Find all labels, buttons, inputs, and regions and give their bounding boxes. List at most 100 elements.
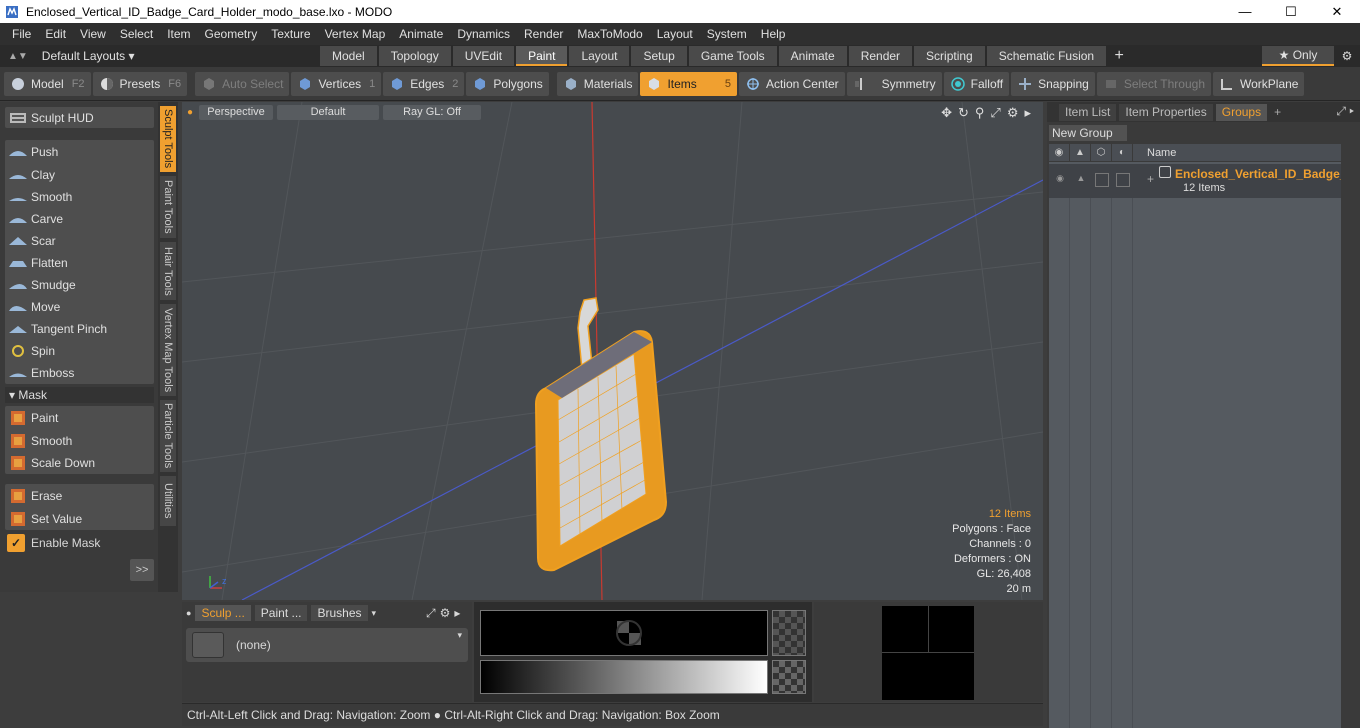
falloff-button[interactable]: Falloff xyxy=(943,71,1010,96)
vtab-utilities[interactable]: Utilities xyxy=(160,476,176,526)
menu-layout[interactable]: Layout xyxy=(650,23,700,45)
menu-animate[interactable]: Animate xyxy=(392,23,450,45)
tool-clay[interactable]: Clay xyxy=(5,164,154,185)
add-tab-icon[interactable]: + xyxy=(1108,47,1130,65)
group-name[interactable]: Enclosed_Vertical_ID_Badge_Card_Holder xyxy=(1175,167,1341,181)
tab-scripting[interactable]: Scripting xyxy=(914,46,985,66)
tab-animate[interactable]: Animate xyxy=(778,46,847,66)
panel-maximize-icon[interactable]: ⤢ xyxy=(426,606,436,621)
mask-section-title[interactable]: ▾ Mask xyxy=(5,387,154,403)
tool-smooth[interactable]: Smooth xyxy=(5,186,154,207)
polygons-button[interactable]: Polygons xyxy=(466,71,549,96)
brush-select-field[interactable]: (none) ▾ xyxy=(186,628,468,662)
symmetry-button[interactable]: Symmetry xyxy=(846,71,942,96)
expand-icon[interactable]: + xyxy=(1147,172,1154,186)
enable-mask-checkbox[interactable]: ✓ xyxy=(7,534,25,552)
pan-icon[interactable]: ✥ xyxy=(941,105,952,121)
tab-render[interactable]: Render xyxy=(848,46,913,66)
gradient-bar[interactable] xyxy=(480,660,768,694)
menu-vertex-map[interactable]: Vertex Map xyxy=(318,23,393,45)
menu-file[interactable]: File xyxy=(5,23,38,45)
menu-edit[interactable]: Edit xyxy=(38,23,73,45)
tab-schematic-fusion[interactable]: Schematic Fusion xyxy=(986,46,1107,66)
row-render-icon[interactable]: ▲ xyxy=(1074,173,1088,187)
menu-view[interactable]: View xyxy=(73,23,113,45)
tab-setup[interactable]: Setup xyxy=(631,46,687,66)
vertices-button[interactable]: Vertices 1 xyxy=(291,71,382,96)
tab-sculpt[interactable]: Sculp ... xyxy=(195,605,251,621)
menu-geometry[interactable]: Geometry xyxy=(198,23,265,45)
default-layouts-dropdown[interactable]: ▲▼ Default Layouts ▾ xyxy=(0,45,320,67)
items-button[interactable]: Items 5 xyxy=(640,71,737,96)
maximize-button[interactable]: ☐ xyxy=(1268,0,1314,23)
rotate-icon[interactable]: ↻ xyxy=(958,105,969,121)
close-button[interactable]: ✕ xyxy=(1314,0,1360,23)
right-panel-maximize-icon[interactable]: ⤢ ▸ xyxy=(1336,104,1354,119)
row-visibility-icon[interactable]: ◉ xyxy=(1053,173,1067,187)
materials-button[interactable]: Materials xyxy=(556,71,639,96)
groups-scrollbar[interactable] xyxy=(1344,144,1358,728)
render-column-icon[interactable]: ▲ xyxy=(1070,143,1091,162)
vtab-hair-tools[interactable]: Hair Tools xyxy=(160,242,176,300)
tab-groups[interactable]: Groups xyxy=(1215,103,1268,121)
mask-smooth[interactable]: Smooth xyxy=(5,430,154,451)
chevron-down-icon[interactable]: ▾ xyxy=(372,608,377,619)
gear-icon[interactable]: ⚙ xyxy=(1334,49,1360,63)
alpha-swatch[interactable] xyxy=(772,610,806,656)
panel-gear-icon[interactable]: ⚙ xyxy=(440,606,451,620)
tab-uvedit[interactable]: UVEdit xyxy=(452,46,515,66)
menu-render[interactable]: Render xyxy=(517,23,570,45)
visibility-column-icon[interactable]: ◉ xyxy=(1049,143,1070,162)
3d-viewport[interactable]: ● Perspective Default Ray GL: Off ✥ ↻ ⚲ … xyxy=(182,102,1043,600)
menu-item[interactable]: Item xyxy=(160,23,197,45)
raygl-dropdown[interactable]: Ray GL: Off xyxy=(383,104,482,120)
panel-more-icon[interactable]: ▸ xyxy=(454,606,460,620)
more-button[interactable]: >> xyxy=(130,559,154,581)
model-button[interactable]: Model F2 xyxy=(4,71,91,96)
menu-dynamics[interactable]: Dynamics xyxy=(450,23,517,45)
tool-emboss[interactable]: Emboss xyxy=(5,362,154,383)
shading-dropdown[interactable]: Default xyxy=(277,104,380,120)
tab-model[interactable]: Model xyxy=(320,46,377,66)
tool-smudge[interactable]: Smudge xyxy=(5,274,154,295)
vtab-paint-tools[interactable]: Paint Tools xyxy=(160,176,176,238)
menu-texture[interactable]: Texture xyxy=(264,23,317,45)
select-column-icon[interactable]: ◐ xyxy=(1112,143,1133,162)
tool-tangent-pinch[interactable]: Tangent Pinch xyxy=(5,318,154,339)
layout-arrows-icon[interactable]: ▲▼ xyxy=(8,51,28,62)
tool-spin[interactable]: Spin xyxy=(5,340,154,361)
tool-move[interactable]: Move xyxy=(5,296,154,317)
erase-button[interactable]: Erase xyxy=(5,485,154,506)
badge-holder-model[interactable] xyxy=(534,297,668,572)
tab-topology[interactable]: Topology xyxy=(378,46,451,66)
gradient-alpha-swatch[interactable] xyxy=(772,660,806,694)
tab-paint-brush[interactable]: Paint ... xyxy=(254,605,308,621)
maximize-viewport-icon[interactable]: ⤢ xyxy=(990,105,1000,121)
tab-game-tools[interactable]: Game Tools xyxy=(688,46,777,66)
viewport-more-icon[interactable]: ▸ xyxy=(1024,105,1031,121)
snapping-button[interactable]: Snapping xyxy=(1011,71,1095,96)
vtab-particle-tools[interactable]: Particle Tools xyxy=(160,400,176,472)
presets-button[interactable]: Presets F6 xyxy=(92,71,188,96)
table-row[interactable]: ◉ ▲ + Enclosed_Vertical_ID_Badge_Card_Ho… xyxy=(1049,164,1341,198)
viewport-menu-dot-icon[interactable]: ● xyxy=(187,107,193,118)
tool-carve[interactable]: Carve xyxy=(5,208,154,229)
minimize-button[interactable]: — xyxy=(1222,0,1268,23)
menu-select[interactable]: Select xyxy=(113,23,160,45)
select-through-button[interactable]: Select Through xyxy=(1096,71,1211,96)
enable-mask-row[interactable]: ✓ Enable Mask xyxy=(7,534,100,552)
tab-brushes[interactable]: Brushes xyxy=(311,605,368,621)
only-toggle[interactable]: ★ Only xyxy=(1262,46,1334,66)
menu-help[interactable]: Help xyxy=(754,23,793,45)
tool-flatten[interactable]: Flatten xyxy=(5,252,154,273)
panel-menu-dot-icon[interactable]: ● xyxy=(186,608,191,618)
vtab-vertex-map-tools[interactable]: Vertex Map Tools xyxy=(160,304,176,396)
menu-system[interactable]: System xyxy=(700,23,754,45)
row-lock-checkbox[interactable] xyxy=(1095,173,1109,187)
zoom-icon[interactable]: ⚲ xyxy=(975,105,985,121)
view-type-dropdown[interactable]: Perspective xyxy=(199,104,274,120)
tab-paint[interactable]: Paint xyxy=(516,46,568,66)
lock-column-icon[interactable]: ⬡ xyxy=(1091,143,1112,162)
tab-layout[interactable]: Layout xyxy=(569,46,630,66)
menu-maxtomodo[interactable]: MaxToModo xyxy=(570,23,649,45)
